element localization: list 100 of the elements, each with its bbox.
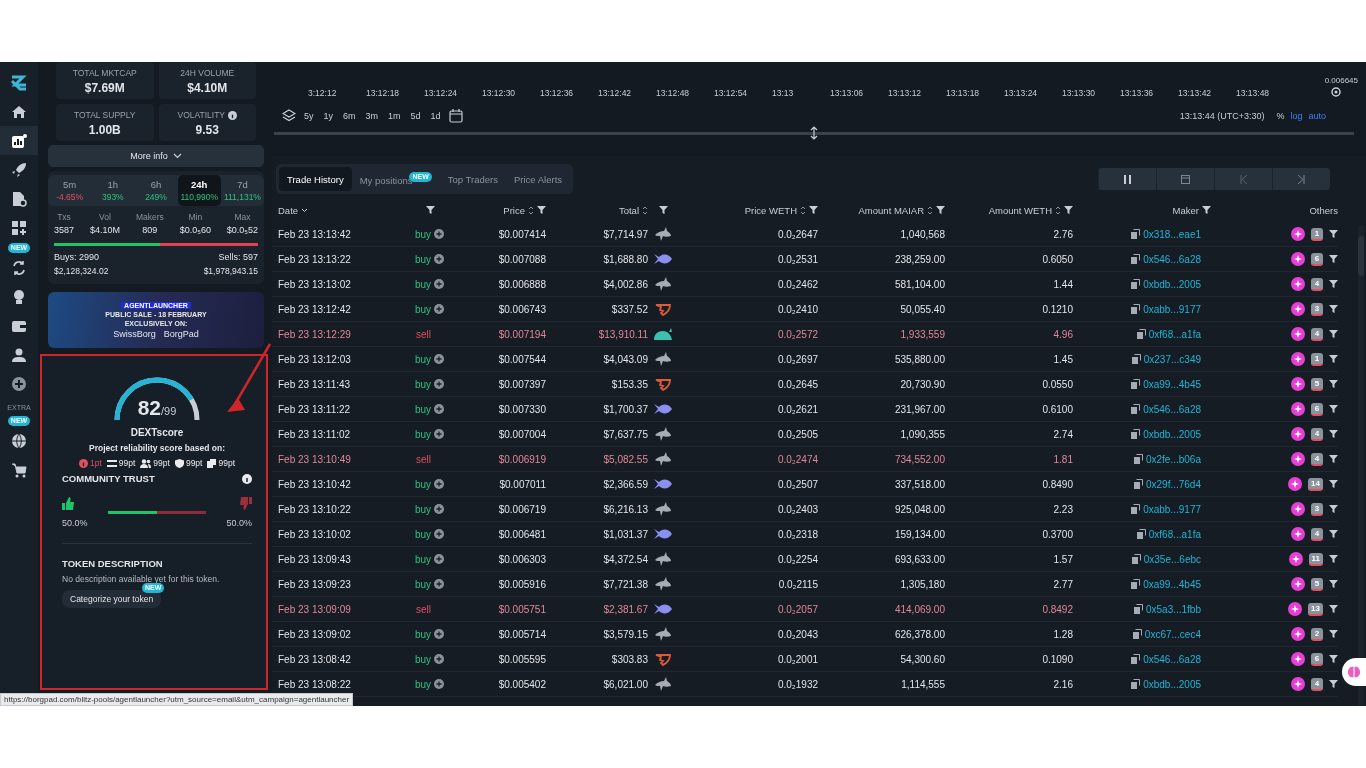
filter-icon[interactable]	[1329, 480, 1338, 488]
timeframe-tab[interactable]: 6h 249%	[134, 175, 178, 206]
tab[interactable]: Price Alerts	[506, 167, 571, 191]
sparkle-icon[interactable]	[1291, 452, 1305, 466]
filter-icon[interactable]	[1202, 206, 1211, 214]
plus-icon[interactable]	[434, 629, 444, 639]
maker-address-link[interactable]: 0xbdb...2005	[1143, 428, 1201, 440]
copy-icon[interactable]	[1131, 679, 1141, 689]
sort-icon[interactable]	[800, 205, 806, 215]
sparkle-icon[interactable]	[1291, 227, 1305, 241]
filter-icon[interactable]	[1064, 206, 1073, 214]
copy-icon[interactable]	[1131, 229, 1141, 239]
maker-address-link[interactable]: 0x546...6a28	[1143, 253, 1201, 265]
plus-icon[interactable]	[434, 404, 444, 414]
copy-icon[interactable]	[1132, 629, 1142, 639]
range-button[interactable]: 6m	[341, 111, 358, 121]
maker-address-link[interactable]: 0xbdb...2005	[1143, 678, 1201, 690]
filter-icon[interactable]	[1329, 355, 1338, 363]
filter-icon[interactable]	[1329, 455, 1338, 463]
copy-icon[interactable]	[1131, 504, 1141, 514]
column-header[interactable]: Price WETH	[744, 204, 797, 216]
scrollbar[interactable]	[1358, 226, 1364, 706]
scale-toggle[interactable]: log	[1290, 111, 1303, 121]
filter-icon[interactable]	[1329, 280, 1338, 288]
sparkle-icon[interactable]	[1291, 577, 1305, 591]
timeframe-tab[interactable]: 5m -4.65%	[48, 175, 92, 206]
maker-address-link[interactable]: 0xc67...cec4	[1144, 628, 1201, 640]
column-header[interactable]: Others	[1309, 204, 1338, 216]
copy-icon[interactable]	[1131, 379, 1141, 389]
timeframe-tab[interactable]: 24h 110,990%	[177, 175, 221, 206]
copy-icon[interactable]	[1133, 604, 1143, 614]
sort-icon[interactable]	[927, 205, 933, 215]
maker-address-link[interactable]: 0xf68...a1fa	[1148, 328, 1201, 340]
assistant-button[interactable]	[1342, 658, 1366, 686]
range-button[interactable]: 5y	[302, 111, 316, 121]
sparkle-icon[interactable]	[1288, 602, 1303, 616]
copy-icon[interactable]	[1133, 479, 1143, 489]
maker-address-link[interactable]: 0xabb...9177	[1143, 503, 1201, 515]
settings-icon[interactable]	[1330, 86, 1342, 98]
maker-address-link[interactable]: 0x546...6a28	[1143, 653, 1201, 665]
sort-icon[interactable]	[1055, 205, 1061, 215]
plus-icon[interactable]	[434, 504, 444, 514]
copy-icon[interactable]	[1131, 304, 1141, 314]
sparkle-icon[interactable]	[1291, 627, 1305, 641]
sparkle-icon[interactable]	[1291, 402, 1305, 416]
filter-icon[interactable]	[1329, 680, 1338, 688]
filter-icon[interactable]	[658, 206, 668, 214]
filter-icon[interactable]	[809, 206, 818, 214]
copy-icon[interactable]	[1136, 329, 1146, 339]
copy-icon[interactable]	[1131, 554, 1141, 564]
copy-icon[interactable]	[1131, 654, 1141, 664]
plus-icon[interactable]	[434, 254, 444, 264]
copy-icon[interactable]	[1131, 429, 1141, 439]
filter-icon[interactable]	[1329, 530, 1338, 538]
thumbs-up-icon[interactable]	[62, 497, 75, 510]
plus-icon[interactable]	[434, 654, 444, 664]
range-button[interactable]: 1m	[386, 111, 403, 121]
tab[interactable]: Top Traders	[439, 167, 506, 191]
filter-icon[interactable]	[1329, 655, 1338, 663]
sparkle-icon[interactable]	[1288, 477, 1303, 491]
plus-icon[interactable]	[434, 429, 444, 439]
plus-icon[interactable]	[434, 229, 444, 239]
maker-address-link[interactable]: 0xabb...9177	[1143, 303, 1201, 315]
filter-icon[interactable]	[425, 206, 435, 214]
sort-icon[interactable]	[642, 205, 648, 215]
maker-address-link[interactable]: 0xf68...a1fa	[1148, 528, 1201, 540]
filter-icon[interactable]	[1329, 605, 1338, 613]
sparkle-icon[interactable]	[1291, 427, 1305, 441]
categorize-token-button[interactable]: Categorize your token	[62, 590, 162, 608]
plus-icon[interactable]	[434, 279, 444, 289]
filter-icon[interactable]	[1329, 505, 1338, 513]
timeframe-tab[interactable]: 7d 111,131%	[220, 175, 264, 206]
filter-icon[interactable]	[936, 206, 945, 214]
column-header[interactable]: Price	[503, 204, 525, 216]
copy-icon[interactable]	[1131, 279, 1141, 289]
sparkle-icon[interactable]	[1291, 677, 1305, 691]
sparkle-icon[interactable]	[1291, 252, 1305, 266]
tab[interactable]: Trade History	[279, 167, 352, 191]
range-button[interactable]: 3m	[363, 111, 381, 121]
sparkle-icon[interactable]	[1291, 352, 1305, 366]
filter-icon[interactable]	[537, 206, 546, 214]
maker-address-link[interactable]: 0x2fe...b06a	[1145, 453, 1201, 465]
nav-button[interactable]	[0, 126, 38, 155]
column-header[interactable]: Date	[278, 204, 299, 216]
maker-address-link[interactable]: 0xa99...4b45	[1143, 378, 1201, 390]
column-header[interactable]: Maker	[1172, 204, 1199, 216]
filter-icon[interactable]	[1329, 380, 1338, 388]
sparkle-icon[interactable]	[1291, 277, 1305, 291]
column-header[interactable]: Total	[618, 204, 639, 216]
filter-icon[interactable]	[1329, 330, 1338, 338]
maker-address-link[interactable]: 0x5a3...1fbb	[1145, 603, 1201, 615]
plus-icon[interactable]	[434, 554, 444, 564]
sparkle-icon[interactable]	[1291, 377, 1305, 391]
copy-icon[interactable]	[1133, 454, 1143, 464]
copy-icon[interactable]	[1131, 354, 1141, 364]
sparkle-icon[interactable]	[1291, 527, 1305, 541]
chevron-icon[interactable]	[301, 207, 309, 213]
maker-address-link[interactable]: 0x546...6a28	[1143, 403, 1201, 415]
column-header[interactable]: Amount MAIAR	[858, 204, 924, 216]
maker-address-link[interactable]: 0x318...eae1	[1143, 228, 1201, 240]
